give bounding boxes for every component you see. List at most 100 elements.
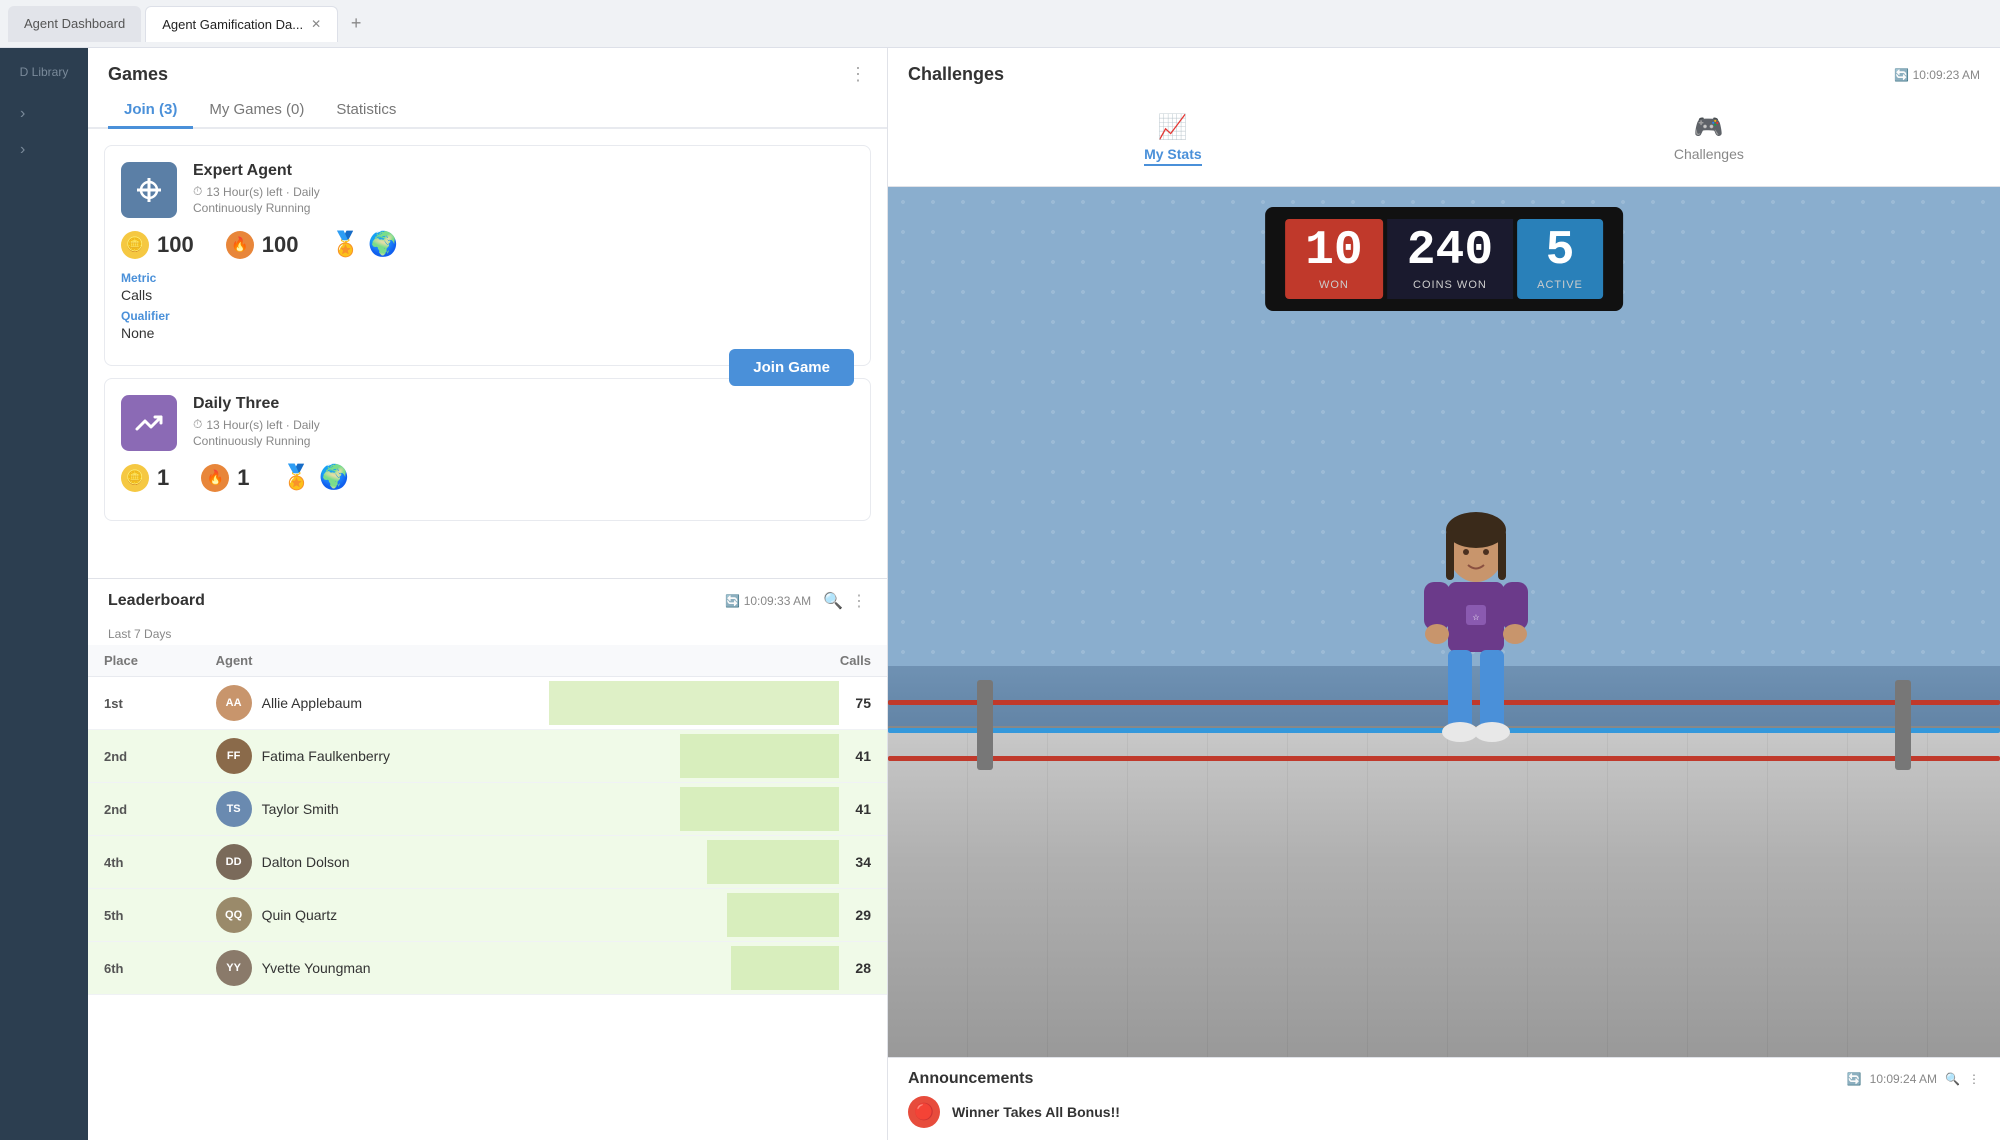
games-panel: Games ⋮ Join (3) My Games (0) Statistics: [88, 48, 888, 578]
daily-three-stats: 🪙 1 🔥 1 🏅 🌍: [121, 463, 854, 492]
calls-cell: 41: [549, 783, 887, 836]
avatar: AA: [216, 685, 252, 721]
character: ☆: [1396, 510, 1556, 770]
menu-icon[interactable]: ⋮: [1968, 1072, 1980, 1086]
bar: [707, 840, 839, 884]
qualifier-label: Qualifier: [121, 309, 854, 323]
daily-three-header: Daily Three ⏱ 13 Hour(s) left · Daily Co…: [121, 395, 854, 451]
avatar: TS: [216, 791, 252, 827]
expert-agent-stats: 🪙 100 🔥 100 🏅 🌍: [121, 230, 854, 259]
refresh-icon: 🔄: [725, 594, 740, 608]
table-row: 5th QQ Quin Quartz 29: [88, 889, 887, 942]
leaderboard-actions: 🔍 ⋮: [823, 591, 867, 611]
sidebar-library[interactable]: D Library: [0, 48, 88, 96]
metric-label: Metric: [121, 271, 854, 285]
stat-value-coins-2: 1: [157, 465, 169, 491]
stat-item-fire: 🔥 100: [226, 231, 299, 259]
tab-gamification[interactable]: Agent Gamification Da... ✕: [145, 6, 338, 42]
bar: [680, 734, 839, 778]
tab-my-stats[interactable]: 📈 My Stats: [1120, 105, 1226, 174]
trending-up-icon: 📈: [1158, 113, 1188, 142]
bar: [731, 946, 839, 990]
menu-icon[interactable]: ⋮: [851, 591, 867, 611]
content-area: Games ⋮ Join (3) My Games (0) Statistics: [88, 48, 2000, 1140]
arena-background: ☆: [888, 187, 2000, 1057]
left-panels: Games ⋮ Join (3) My Games (0) Statistics: [88, 48, 888, 1140]
expert-agent-title: Expert Agent: [193, 162, 320, 180]
tab-my-games-label: My Games (0): [209, 101, 304, 118]
coins-value: 240: [1407, 227, 1493, 275]
place-cell: 5th: [88, 889, 200, 942]
avatar-initials: FF: [227, 750, 240, 762]
announcement-text: Winner Takes All Bonus!!: [952, 1104, 1120, 1120]
active-value: 5: [1546, 227, 1575, 275]
stat-value-coins: 100: [157, 232, 194, 258]
join-game-button[interactable]: Join Game: [729, 349, 854, 386]
avatar-initials: YY: [226, 962, 241, 974]
calls-cell: 41: [549, 730, 887, 783]
arena-area: 10 WON 240 COINS WON 5 ACTIVE: [888, 187, 2000, 1057]
stat-value-fire: 100: [262, 232, 299, 258]
badge-medal-icon: 🏅: [330, 230, 360, 259]
place-label: 5th: [104, 908, 124, 923]
avatar: YY: [216, 950, 252, 986]
won-value: 10: [1305, 227, 1363, 275]
agent-name: Allie Applebaum: [262, 695, 362, 711]
qualifier-value: None: [121, 325, 854, 341]
tab-bar: Agent Dashboard Agent Gamification Da...…: [0, 0, 2000, 48]
badge-row: 🏅 🌍: [330, 230, 398, 259]
badge-medal-icon-2: 🏅: [282, 463, 312, 492]
tab-join[interactable]: Join (3): [108, 93, 193, 129]
badge-globe-icon: 🌍: [368, 230, 398, 259]
calls-value: 28: [855, 960, 871, 976]
active-label: ACTIVE: [1537, 279, 1583, 291]
search-icon[interactable]: 🔍: [1945, 1072, 1960, 1086]
coins-label: COINS WON: [1413, 279, 1487, 291]
gamepad-icon: 🎮: [1694, 113, 1724, 142]
tab-my-games[interactable]: My Games (0): [193, 93, 320, 129]
sidebar-expand-1[interactable]: ›: [0, 96, 88, 132]
metric-value: Calls: [121, 287, 854, 303]
place-cell: 4th: [88, 836, 200, 889]
table-row: 2nd FF Fatima Faulkenberry 41: [88, 730, 887, 783]
announcement-item: 🔴 Winner Takes All Bonus!!: [908, 1096, 1980, 1128]
avatar: QQ: [216, 897, 252, 933]
games-menu-icon[interactable]: ⋮: [849, 64, 867, 85]
right-panel: Challenges 🔄 10:09:23 AM 📈 My Stats 🎮 Ch…: [888, 48, 2000, 1140]
agent-info: DD Dalton Dolson: [216, 844, 533, 880]
col-calls: Calls: [549, 645, 887, 677]
score-won: 10 WON: [1285, 219, 1383, 299]
table-row: 2nd TS Taylor Smith 41: [88, 783, 887, 836]
tab-add-button[interactable]: +: [342, 10, 370, 38]
post-right: [1895, 680, 1911, 770]
tab-statistics[interactable]: Statistics: [320, 93, 412, 129]
expert-agent-running: Continuously Running: [193, 201, 320, 215]
leaderboard-thead: Place Agent Calls: [88, 645, 887, 677]
tab-challenges[interactable]: 🎮 Challenges: [1650, 105, 1768, 174]
daily-three-running: Continuously Running: [193, 434, 320, 448]
tab-close-icon[interactable]: ✕: [311, 17, 321, 31]
agent-name: Dalton Dolson: [262, 854, 350, 870]
sidebar-expand-2[interactable]: ›: [0, 132, 88, 168]
place-label: 1st: [104, 696, 123, 711]
calls-cell: 34: [549, 836, 887, 889]
badge-globe-icon-2: 🌍: [319, 463, 349, 492]
announcements-title: Announcements: [908, 1070, 1033, 1088]
search-icon[interactable]: 🔍: [823, 591, 843, 611]
place-label: 6th: [104, 961, 124, 976]
stat-value-fire-2: 1: [237, 465, 249, 491]
table-row: 4th DD Dalton Dolson 34: [88, 836, 887, 889]
refresh-icon: 🔄: [1847, 1072, 1862, 1086]
calls-cell: 29: [549, 889, 887, 942]
leaderboard-panel: Leaderboard 🔄 10:09:33 AM 🔍 ⋮: [88, 578, 887, 1140]
daily-three-icon: [121, 395, 177, 451]
stat-item-coins-2: 🪙 1: [121, 464, 169, 492]
scoreboard: 10 WON 240 COINS WON 5 ACTIVE: [1265, 207, 1623, 311]
tab-agent-dashboard[interactable]: Agent Dashboard: [8, 6, 141, 42]
agent-info: TS Taylor Smith: [216, 791, 533, 827]
announcements-panel: Announcements 🔄 10:09:24 AM 🔍 ⋮ 🔴 Winner…: [888, 1057, 2000, 1140]
game-card-daily-three: Daily Three ⏱ 13 Hour(s) left · Daily Co…: [104, 378, 871, 521]
leaderboard-header: Leaderboard 🔄 10:09:33 AM 🔍 ⋮: [88, 579, 887, 623]
place-cell: 2nd: [88, 730, 200, 783]
plus-icon: +: [351, 13, 362, 34]
